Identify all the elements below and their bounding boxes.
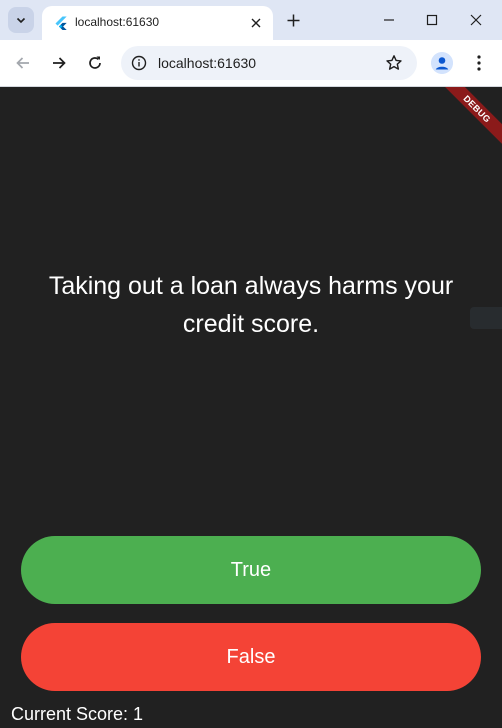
- browser-toolbar: localhost:61630: [0, 40, 502, 87]
- address-bar[interactable]: localhost:61630: [121, 46, 417, 80]
- info-icon[interactable]: [131, 55, 147, 71]
- arrow-right-icon: [53, 57, 66, 69]
- maximize-button[interactable]: [418, 6, 446, 34]
- plus-icon: [287, 14, 299, 26]
- person-icon: [431, 52, 453, 74]
- close-icon: [470, 14, 482, 26]
- url-text[interactable]: localhost:61630: [158, 55, 256, 71]
- back-button[interactable]: [10, 50, 36, 76]
- maximize-icon: [426, 14, 438, 26]
- close-icon: [251, 18, 261, 28]
- browser-chrome: localhost:61630 localhost:61630: [0, 0, 502, 87]
- quiz-app: DEBUG Taking out a loan always harms you…: [0, 87, 502, 728]
- reload-button[interactable]: [82, 50, 108, 76]
- false-button[interactable]: False: [21, 623, 481, 691]
- profile-avatar[interactable]: [431, 52, 453, 74]
- question-text: Taking out a loan always harms your cred…: [48, 272, 454, 338]
- star-icon[interactable]: [385, 54, 403, 72]
- minimize-icon: [384, 19, 394, 21]
- forward-button[interactable]: [46, 50, 72, 76]
- kebab-menu-icon: [477, 55, 481, 71]
- debug-banner: DEBUG: [433, 87, 502, 153]
- true-button[interactable]: True: [21, 536, 481, 604]
- flutter-icon: [55, 16, 67, 30]
- tab-strip: localhost:61630: [0, 0, 502, 40]
- tab-search-button[interactable]: [8, 7, 34, 33]
- chevron-down-icon: [16, 17, 26, 24]
- close-window-button[interactable]: [462, 6, 490, 34]
- browser-menu-button[interactable]: [469, 53, 489, 73]
- browser-tab[interactable]: localhost:61630: [42, 6, 273, 40]
- tab-close-button[interactable]: [248, 15, 264, 31]
- tab-title: localhost:61630: [75, 15, 160, 29]
- minimize-button[interactable]: [375, 6, 403, 34]
- arrow-left-icon: [16, 57, 29, 69]
- new-tab-button[interactable]: [283, 10, 303, 30]
- score-label: Current Score: 1: [11, 704, 144, 724]
- reload-icon: [89, 56, 101, 69]
